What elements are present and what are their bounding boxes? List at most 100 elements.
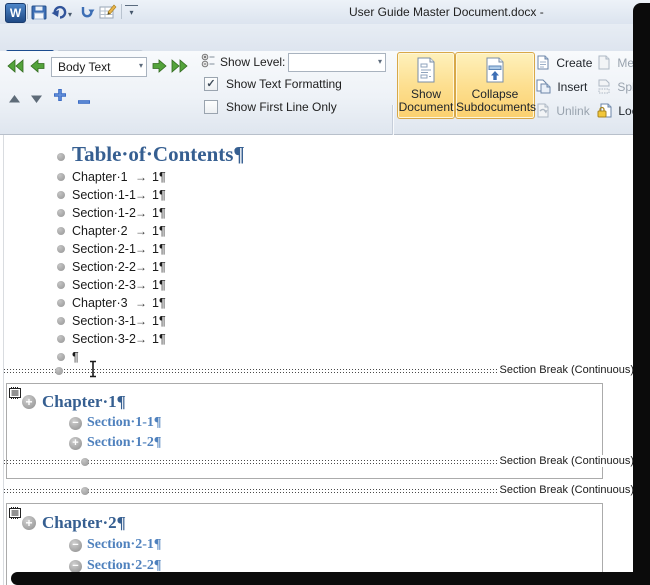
outline-bullet[interactable] xyxy=(57,209,65,217)
outline-bullet[interactable] xyxy=(55,367,63,375)
page-number[interactable]: 1¶ xyxy=(152,276,166,294)
subdocument-icon[interactable] xyxy=(9,506,21,524)
collapse-handle[interactable]: − xyxy=(69,539,82,552)
outline-bullet[interactable] xyxy=(57,299,65,307)
title-bar: W ▾ xyxy=(0,0,650,24)
subdoc-section-heading[interactable]: Section·2-1¶ xyxy=(87,537,161,553)
outline-text[interactable]: Section·3-1 xyxy=(72,312,136,330)
plus-glyph: + xyxy=(25,395,32,409)
merge-subdocuments-button[interactable]: Me xyxy=(597,55,634,73)
outline-text[interactable]: Section·3-2 xyxy=(72,330,136,348)
outline-bullet[interactable] xyxy=(57,353,65,361)
insert-subdocument-button[interactable]: Insert xyxy=(536,79,587,97)
page-number[interactable]: 1¶ xyxy=(152,186,166,204)
undo-button[interactable] xyxy=(50,4,68,21)
outline-row: Section·2-3 → 1¶ xyxy=(0,276,650,294)
subdocument-icon[interactable] xyxy=(9,386,21,404)
expand-button[interactable] xyxy=(53,88,67,107)
show-level-combobox[interactable]: ▾ xyxy=(288,53,386,72)
toc-heading[interactable]: Table·of·Contents¶ xyxy=(72,142,245,167)
page-number[interactable]: 1¶ xyxy=(152,240,166,258)
word-logo-icon[interactable]: W xyxy=(5,3,26,23)
draw-table-button[interactable] xyxy=(99,3,117,20)
subdoc-section-heading[interactable]: Section·1-2¶ xyxy=(87,435,161,451)
page-number[interactable]: 1¶ xyxy=(152,294,166,312)
outline-text[interactable]: Section·1-1 xyxy=(72,186,136,204)
outline-bullet[interactable] xyxy=(57,317,65,325)
show-first-line-only-checkbox[interactable] xyxy=(204,100,218,114)
page-number[interactable]: 1¶ xyxy=(152,204,166,222)
page-number[interactable]: 1¶ xyxy=(152,312,166,330)
promote-button[interactable] xyxy=(30,59,45,78)
outline-text[interactable]: Chapter·3 xyxy=(72,294,128,312)
outline-row: Section·2-2 → 1¶ xyxy=(0,258,650,276)
split-subdocument-button[interactable]: Spl xyxy=(597,79,635,97)
subdoc-chapter-heading[interactable]: Chapter·2¶ xyxy=(42,513,126,533)
show-document-button[interactable]: Show Document xyxy=(397,52,455,119)
outline-row: Section·1-2 → 1¶ xyxy=(0,204,650,222)
outline-row: Chapter·1 → 1¶ xyxy=(0,168,650,186)
outline-bullet[interactable] xyxy=(57,227,65,235)
demote-button[interactable] xyxy=(152,59,167,78)
move-up-button[interactable] xyxy=(8,91,21,109)
subdoc-section-heading[interactable]: Section·1-1¶ xyxy=(87,415,161,431)
promote-to-heading1-button[interactable] xyxy=(7,59,25,78)
qat-customize-dropdown[interactable]: ▾ xyxy=(125,5,138,20)
qat-separator xyxy=(121,4,122,19)
outline-bullet[interactable] xyxy=(81,487,89,495)
lock-icon xyxy=(597,103,612,121)
outline-bullet[interactable] xyxy=(57,153,65,161)
save-button[interactable] xyxy=(30,4,48,21)
plus-glyph: + xyxy=(72,437,78,449)
page-number[interactable]: 1¶ xyxy=(152,258,166,276)
section-break-dots xyxy=(4,460,504,464)
outline-bullet[interactable] xyxy=(57,245,65,253)
outline-level-value: Body Text xyxy=(58,60,110,74)
repeat-button[interactable] xyxy=(78,4,96,21)
outline-text[interactable]: Chapter·1 xyxy=(72,168,128,186)
collapse-button[interactable] xyxy=(77,92,91,110)
outline-bullet[interactable] xyxy=(57,191,65,199)
page-number[interactable]: 1¶ xyxy=(152,222,166,240)
ribbon-tab-row: File Outlining Home Insert Page Layout R… xyxy=(0,24,650,51)
outline-text[interactable]: Section·2-2 xyxy=(72,258,136,276)
minus-glyph: − xyxy=(72,417,78,429)
outline-bullet[interactable] xyxy=(81,458,89,466)
outline-bullet[interactable] xyxy=(57,335,65,343)
outline-text[interactable]: Section·2-3 xyxy=(72,276,136,294)
collapse-handle[interactable]: − xyxy=(69,417,82,430)
tab-arrow-mark: → xyxy=(135,330,147,348)
lock-document-button[interactable]: Loc xyxy=(597,103,638,121)
section-break-label: Section Break (Continuous) xyxy=(497,364,634,376)
collapse-subdocuments-icon xyxy=(483,57,507,83)
merge-icon xyxy=(597,55,611,73)
outline-text[interactable]: Section·2-1 xyxy=(72,240,136,258)
minus-icon xyxy=(77,99,91,105)
page-number[interactable]: 1¶ xyxy=(152,168,166,186)
outline-text[interactable]: Chapter·2 xyxy=(72,222,128,240)
expand-handle[interactable]: + xyxy=(69,437,82,450)
section-break-line: Section Break (Continuous) xyxy=(4,364,634,378)
move-down-button[interactable] xyxy=(30,91,43,109)
undo-dropdown-arrow[interactable]: ▾ xyxy=(68,10,72,19)
create-label: Create xyxy=(556,56,592,70)
subdoc-chapter-heading[interactable]: Chapter·1¶ xyxy=(42,392,126,412)
outline-bullet[interactable] xyxy=(57,281,65,289)
combobox-dropdown-arrow[interactable]: ▾ xyxy=(378,57,382,66)
outline-level-combobox[interactable]: Body Text ▾ xyxy=(51,57,147,77)
page-number[interactable]: 1¶ xyxy=(152,330,166,348)
collapse-subdocuments-button[interactable]: Collapse Subdocuments xyxy=(455,52,535,119)
combobox-dropdown-arrow[interactable]: ▾ xyxy=(139,61,143,70)
demote-to-body-text-button[interactable] xyxy=(170,59,188,78)
draw-table-icon xyxy=(99,3,117,21)
plus-glyph: + xyxy=(25,516,32,530)
unlink-button[interactable]: Unlink xyxy=(536,103,590,121)
outline-text[interactable]: Section·1-2 xyxy=(72,204,136,222)
outline-bullet[interactable] xyxy=(57,173,65,181)
outline-row: Chapter·2 → 1¶ xyxy=(0,222,650,240)
expand-handle[interactable]: + xyxy=(22,516,36,530)
show-text-formatting-checkbox[interactable]: ✓ xyxy=(204,77,218,91)
expand-handle[interactable]: + xyxy=(22,395,36,409)
create-subdocument-button[interactable]: Create xyxy=(536,55,592,73)
outline-bullet[interactable] xyxy=(57,263,65,271)
